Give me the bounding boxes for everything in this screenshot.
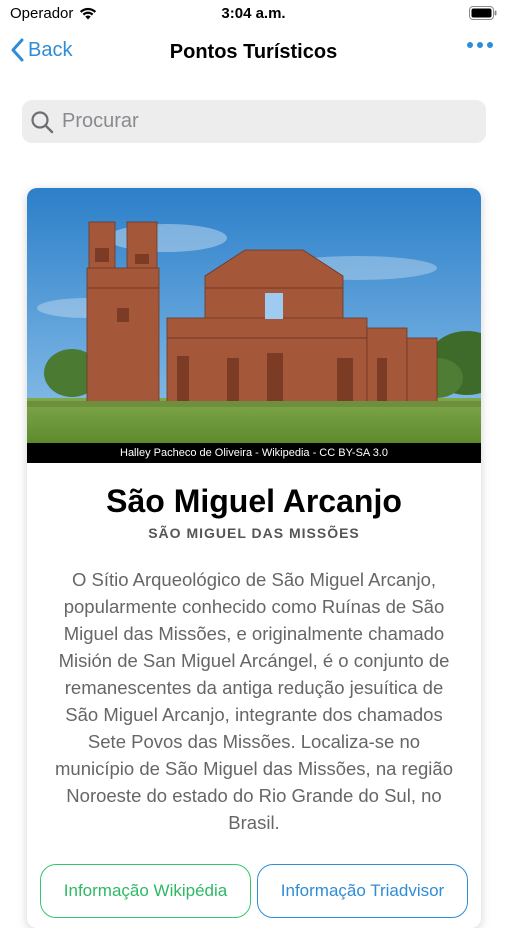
search-input[interactable] xyxy=(60,109,464,134)
battery-icon xyxy=(469,6,497,25)
photo-credit: Halley Pacheco de Oliveira - Wikipedia -… xyxy=(27,443,481,463)
tripadvisor-info-button[interactable]: Informação Triadvisor xyxy=(257,864,468,918)
wikipedia-info-button[interactable]: Informação Wikipédia xyxy=(40,864,251,918)
attraction-photo xyxy=(27,188,481,443)
attraction-card: Halley Pacheco de Oliveira - Wikipedia -… xyxy=(27,188,481,928)
more-options-button[interactable] xyxy=(467,42,493,48)
attraction-description: O Sítio Arqueológico de São Miguel Arcan… xyxy=(55,569,453,833)
navigation-bar: Back Pontos Turísticos xyxy=(0,28,507,76)
status-bar: Operador 3:04 a.m. xyxy=(0,0,507,28)
more-dot-icon xyxy=(467,42,473,48)
page-title: Pontos Turísticos xyxy=(169,41,338,63)
status-time: 3:04 a.m. xyxy=(221,5,286,22)
search-bar[interactable] xyxy=(22,100,486,143)
attraction-location: SÃO MIGUEL DAS MISSÕES xyxy=(148,525,360,541)
more-dot-icon xyxy=(487,42,493,48)
attraction-name: São Miguel Arcanjo xyxy=(106,483,402,519)
search-icon xyxy=(31,110,54,133)
more-dot-icon xyxy=(477,42,483,48)
